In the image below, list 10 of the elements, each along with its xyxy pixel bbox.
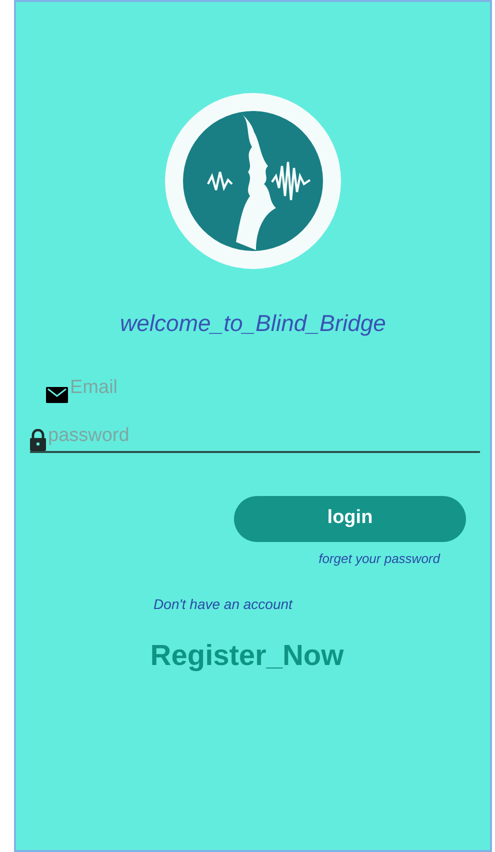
password-field[interactable]: password: [48, 422, 480, 450]
email-field[interactable]: Email: [70, 374, 480, 402]
forgot-password-link[interactable]: forget your password: [318, 548, 440, 568]
envelope-icon: [46, 386, 68, 402]
logo-icon: [164, 92, 342, 270]
register-link[interactable]: Register_Now: [150, 635, 344, 678]
welcome-title: welcome_to_Blind_Bridge: [120, 309, 386, 338]
login-button[interactable]: login: [234, 496, 466, 542]
lock-icon: [30, 428, 46, 450]
no-account-text: Don't have an account: [154, 595, 292, 614]
